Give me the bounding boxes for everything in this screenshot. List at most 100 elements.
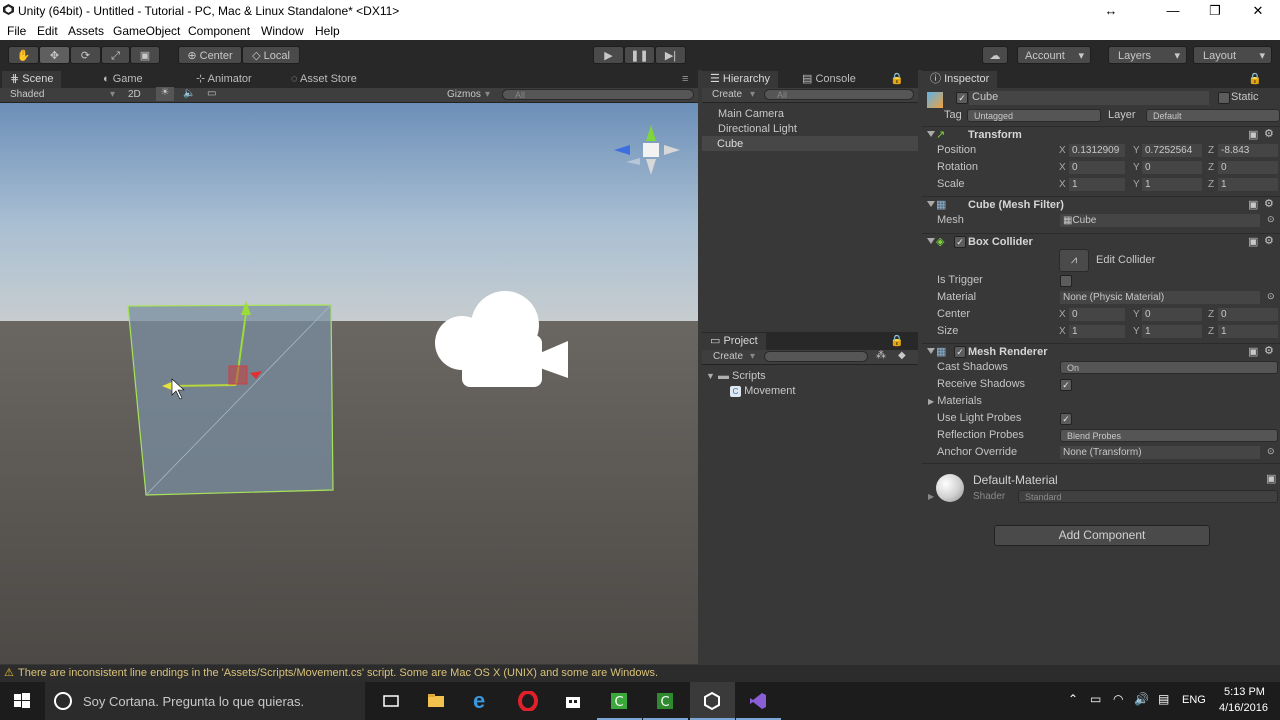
tag-dropdown[interactable]: Untagged [967, 109, 1101, 122]
gear-icon[interactable]: ⚙ [1264, 344, 1274, 357]
filter-by-type-icon[interactable]: ⁂ [876, 350, 886, 361]
status-bar[interactable]: ⚠ There are inconsistent line endings in… [0, 665, 1280, 682]
lock-icon[interactable]: 🔒 [882, 71, 912, 88]
menu-help[interactable]: Help [315, 24, 340, 38]
tab-animator[interactable]: ⊹ Animator [188, 71, 260, 88]
gear-icon[interactable]: ⚙ [1264, 127, 1274, 140]
cloud-button[interactable]: ☁ [982, 46, 1008, 64]
object-picker-icon[interactable]: ⊙ [1267, 446, 1275, 457]
project-file-item[interactable]: C Movement [730, 385, 795, 397]
gear-icon[interactable]: ⚙ [1264, 234, 1274, 247]
lighting-toggle-icon[interactable]: ☀ [156, 87, 174, 101]
menu-assets[interactable]: Assets [68, 24, 104, 38]
close-button[interactable]: ✕ [1235, 0, 1280, 21]
add-component-button[interactable]: Add Component [994, 525, 1210, 546]
mesh-object-field[interactable]: ▦Cube [1060, 214, 1260, 227]
object-picker-icon[interactable]: ⊙ [1267, 291, 1275, 302]
taskbar-visual-studio[interactable] [736, 682, 781, 720]
hierarchy-create-dropdown[interactable]: Create [712, 89, 742, 100]
cast-shadows-dropdown[interactable]: On [1060, 361, 1278, 374]
shading-mode-dropdown[interactable]: Shaded [10, 89, 44, 100]
shader-dropdown[interactable]: Standard [1018, 490, 1278, 503]
taskbar-app-green-2[interactable]: C [643, 682, 688, 720]
transform-header[interactable]: ↗ Transform ▣ ⚙ [922, 126, 1280, 144]
layers-dropdown[interactable]: Layers ▾ [1108, 46, 1187, 64]
box-collider-enabled-checkbox[interactable]: ✓ [954, 236, 966, 248]
size-x-field[interactable]: 1 [1069, 325, 1125, 338]
taskbar-app-green-1[interactable]: C [597, 682, 642, 720]
use-light-probes-checkbox[interactable]: ✓ [1060, 413, 1072, 425]
anchor-override-field[interactable]: None (Transform) [1060, 446, 1260, 459]
clock-date[interactable]: 4/16/2016 [1219, 702, 1268, 714]
move-tool-button[interactable]: ✥ [39, 46, 70, 64]
mesh-filter-header[interactable]: ▦ Cube (Mesh Filter) ▣ ⚙ [922, 196, 1280, 214]
language-indicator[interactable]: ENG [1182, 694, 1206, 706]
static-checkbox[interactable] [1218, 92, 1230, 104]
gear-icon[interactable]: ⚙ [1264, 197, 1274, 210]
object-name-field[interactable]: Cube [969, 91, 1209, 105]
clock-time[interactable]: 5:13 PM [1224, 686, 1265, 698]
mesh-renderer-header[interactable]: ▦ ✓ Mesh Renderer ▣ ⚙ [922, 343, 1280, 361]
taskbar-file-explorer[interactable] [414, 682, 459, 720]
edit-collider-button[interactable]: ⩘ [1059, 249, 1089, 272]
filter-by-label-icon[interactable]: ◆ [898, 350, 906, 361]
project-search-input[interactable] [764, 351, 868, 362]
active-checkbox[interactable]: ✓ [956, 92, 968, 104]
position-x-field[interactable]: 0.1312909 [1069, 144, 1125, 157]
box-collider-header[interactable]: ◈ ✓ Box Collider ▣ ⚙ [922, 233, 1280, 251]
scale-x-field[interactable]: 1 [1069, 178, 1125, 191]
gizmos-dropdown[interactable]: Gizmos [447, 89, 481, 100]
help-book-icon[interactable]: ▣ [1266, 472, 1276, 485]
tab-scene[interactable]: ⋕ Scene [2, 71, 62, 88]
scale-z-field[interactable]: 1 [1218, 178, 1278, 191]
notifications-icon[interactable]: ▤ [1158, 692, 1169, 706]
triangle-right-icon[interactable]: ▶ [928, 492, 934, 501]
taskbar-store[interactable] [551, 682, 596, 720]
collider-material-field[interactable]: None (Physic Material) [1060, 291, 1260, 304]
is-trigger-checkbox[interactable] [1060, 275, 1072, 287]
project-folder-item[interactable]: ▼ ▬ Scripts [706, 370, 766, 382]
help-book-icon[interactable]: ▣ [1248, 235, 1258, 248]
object-picker-icon[interactable]: ⊙ [1267, 214, 1275, 225]
scene-search-input[interactable]: All [502, 89, 694, 100]
audio-toggle-icon[interactable]: 🔈 [183, 88, 195, 99]
taskbar-opera[interactable] [506, 682, 551, 720]
hand-tool-button[interactable]: ✋ [8, 46, 39, 64]
selected-cube[interactable] [127, 304, 334, 496]
hierarchy-search-input[interactable]: All [764, 89, 914, 100]
reflection-probes-dropdown[interactable]: Blend Probes [1060, 429, 1278, 442]
show-hidden-icons-chevron-icon[interactable]: ⌃ [1068, 692, 1078, 706]
pivot-center-toggle[interactable]: ⊕ Center [178, 46, 242, 64]
scale-tool-button[interactable]: ⤢ [101, 46, 130, 64]
size-y-field[interactable]: 1 [1142, 325, 1202, 338]
position-z-field[interactable]: -8.843 [1218, 144, 1278, 157]
center-y-field[interactable]: 0 [1142, 308, 1202, 321]
menu-edit[interactable]: Edit [37, 24, 58, 38]
tab-inspector[interactable]: ⓘ Inspector [922, 71, 998, 88]
lock-icon[interactable]: 🔒 [882, 333, 912, 350]
center-z-field[interactable]: 0 [1218, 308, 1278, 321]
space-local-toggle[interactable]: ◇ Local [242, 46, 300, 64]
battery-icon[interactable]: ▭ [1090, 692, 1101, 706]
scale-y-field[interactable]: 1 [1142, 178, 1202, 191]
position-y-field[interactable]: 0.7252564 [1142, 144, 1202, 157]
menu-component[interactable]: Component [188, 24, 250, 38]
start-button[interactable] [0, 682, 45, 720]
pause-button[interactable]: ❚❚ [624, 46, 655, 64]
gizmo-x-axis[interactable] [171, 384, 237, 387]
effects-toggle-icon[interactable]: ▭ [207, 88, 216, 99]
materials-foldout[interactable]: ▶ Materials [928, 395, 982, 407]
project-create-dropdown[interactable]: Create [713, 351, 743, 362]
taskbar-unity[interactable] [690, 682, 735, 720]
panel-menu-icon[interactable]: ≡ [674, 71, 696, 88]
help-book-icon[interactable]: ▣ [1248, 198, 1258, 211]
tab-project[interactable]: ▭ Project [702, 333, 766, 350]
maximize-button[interactable]: ❐ [1192, 0, 1238, 21]
hierarchy-item[interactable]: Main Camera [718, 108, 784, 120]
hierarchy-item-selected[interactable]: Cube [702, 136, 918, 151]
task-view-button[interactable] [369, 682, 414, 720]
rotate-tool-button[interactable]: ⟳ [70, 46, 101, 64]
taskbar-edge[interactable]: e [460, 682, 505, 720]
help-book-icon[interactable]: ▣ [1248, 128, 1258, 141]
rect-tool-button[interactable]: ▣ [130, 46, 160, 64]
